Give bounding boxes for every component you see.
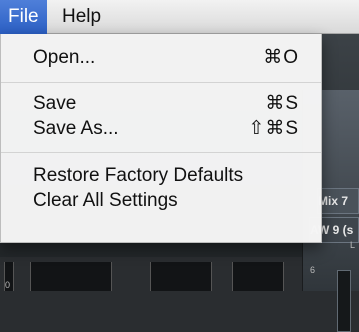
fader-slot[interactable] — [337, 270, 351, 332]
menu-item-save-as[interactable]: Save As... ⇧⌘S — [1, 117, 321, 141]
menubar: File Help — [0, 0, 359, 34]
menu-help[interactable]: Help — [54, 0, 109, 34]
shortcut-label: ⇧⌘S — [248, 118, 299, 139]
menu-item-label: Clear All Settings — [33, 190, 178, 211]
menu-item-label: Save As... — [33, 118, 119, 139]
channel-meter — [30, 262, 112, 291]
menu-item-label: Restore Factory Defaults — [33, 165, 244, 186]
tick-label-6: 6 — [309, 265, 315, 275]
menu-item-save[interactable]: Save ⌘S — [1, 92, 321, 116]
file-menu-dropdown: Open... ⌘O Save ⌘S Save As... ⇧⌘S Restor… — [0, 34, 322, 243]
menu-item-restore-factory-defaults[interactable]: Restore Factory Defaults — [1, 164, 321, 188]
menu-separator — [1, 82, 321, 83]
menu-item-label: Save — [33, 93, 77, 114]
menu-item-label: Open... — [33, 47, 96, 68]
tick-label-l: L — [349, 240, 355, 250]
shortcut-label: ⌘O — [263, 47, 299, 68]
mix-label[interactable]: Mix 7 — [317, 188, 359, 214]
channel-meter — [150, 262, 212, 291]
menu-file[interactable]: File — [0, 0, 47, 34]
menu-separator — [1, 152, 321, 153]
tick-label-0: 0 — [5, 280, 11, 290]
menu-item-open[interactable]: Open... ⌘O — [1, 46, 321, 70]
channel-meter — [232, 262, 284, 291]
menu-item-clear-all-settings[interactable]: Clear All Settings — [1, 189, 321, 213]
shortcut-label: ⌘S — [265, 93, 299, 114]
